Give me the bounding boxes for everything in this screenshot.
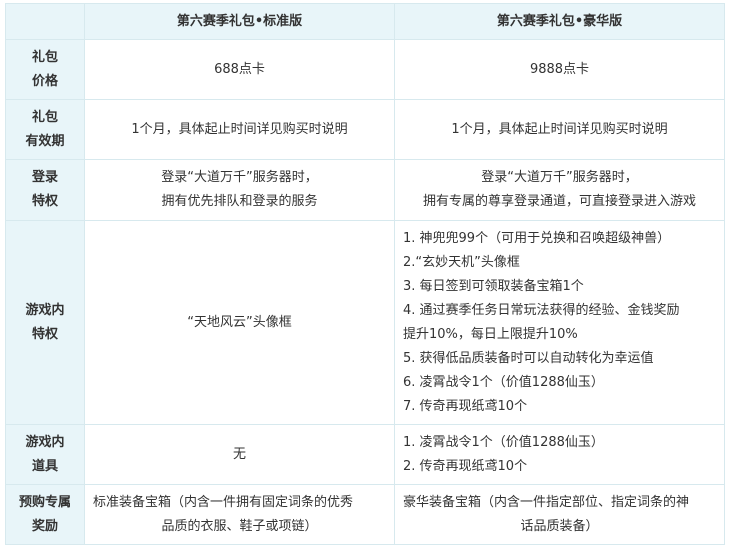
column-header-standard: 第六赛季礼包•标准版 (84, 3, 395, 40)
row-header-validity: 礼包 有效期 (5, 99, 85, 160)
standard-login-line: 拥有优先排队和登录的服务 (161, 194, 318, 209)
standard-preorder-cell: 标准装备宝箱（内含一件拥有固定词条的优秀 品质的衣服、鞋子或项链） (84, 484, 395, 545)
row-header-line: 登录 (31, 170, 58, 185)
row-header-line: 礼包 (31, 109, 58, 125)
deluxe-items-list: 1. 凌霄战令1个（价值1288仙玉） 2. 传奇再现纸鸢10个 (403, 431, 716, 479)
table-row-ingame-items: 游戏内 道具 无 1. 凌霄战令1个（价值1288仙玉） 2. 传奇再现纸鸢10… (5, 424, 725, 485)
corner-cell (5, 3, 85, 40)
list-item: 5. 获得低品质装备时可以自动转化为幸运值 (403, 350, 654, 366)
list-item: 3. 每日签到可领取装备宝箱1个 (403, 278, 584, 294)
deluxe-price-cell: 9888点卡 (394, 39, 725, 100)
deluxe-validity: 1个月，具体起止时间详见购买时说明 (451, 121, 668, 137)
row-header-login: 登录 特权 (5, 159, 85, 221)
row-header-line: 特权 (31, 194, 58, 209)
deluxe-items-cell: 1. 凌霄战令1个（价值1288仙玉） 2. 传奇再现纸鸢10个 (394, 424, 725, 485)
list-item: 4. 通过赛季任务日常玩法获得的经验、金钱奖励 (403, 302, 680, 318)
deluxe-login-line: 拥有专属的尊享登录通道，可直接登录进入游戏 (422, 194, 696, 209)
deluxe-privilege-list: 1. 神兜兜99个（可用于兑换和召唤超级神兽） 2.“玄妙天机”头像框 3. 每… (403, 227, 716, 419)
row-header-ingame-items: 游戏内 道具 (5, 424, 85, 485)
deluxe-validity-cell: 1个月，具体起止时间详见购买时说明 (394, 99, 725, 160)
list-item: 6. 凌霄战令1个（价值1288仙玉） (403, 374, 604, 390)
standard-login-cell: 登录“大道万千”服务器时， 拥有优先排队和登录的服务 (84, 159, 395, 221)
standard-ingame-privilege-cell: “天地风云”头像框 (84, 220, 395, 425)
row-header-line: 有效期 (25, 133, 65, 149)
deluxe-ingame-privilege-cell: 1. 神兜兜99个（可用于兑换和召唤超级神兽） 2.“玄妙天机”头像框 3. 每… (394, 220, 725, 425)
row-header-line: 特权 (31, 326, 58, 342)
list-item: 2.“玄妙天机”头像框 (403, 254, 520, 270)
row-header-line: 道具 (31, 458, 58, 474)
row-header-preorder-reward: 预购专属 奖励 (5, 484, 85, 545)
row-header-price: 礼包 价格 (5, 39, 85, 100)
row-header-line: 奖励 (31, 518, 58, 534)
row-header-line: 价格 (31, 73, 58, 89)
standard-items-cell: 无 (84, 424, 395, 485)
standard-avatar-frame: “天地风云”头像框 (187, 314, 292, 330)
deluxe-price: 9888点卡 (529, 61, 590, 77)
row-header-line: 预购专属 (18, 494, 71, 510)
standard-price: 688点卡 (214, 61, 265, 77)
standard-login-line: 登录“大道万千”服务器时， (161, 170, 318, 185)
list-item: 1. 神兜兜99个（可用于兑换和召唤超级神兽） (403, 230, 671, 246)
column-header-deluxe: 第六赛季礼包•豪华版 (394, 3, 725, 40)
table-header-row: 第六赛季礼包•标准版 第六赛季礼包•豪华版 (5, 3, 725, 40)
deluxe-preorder-line: 豪华装备宝箱（内含一件指定部位、指定词条的神 (403, 494, 690, 510)
list-item: 1. 凌霄战令1个（价值1288仙玉） (403, 434, 604, 450)
list-item: 提升10%，每日上限提升10% (403, 326, 578, 342)
standard-preorder-line: 标准装备宝箱（内含一件拥有固定词条的优秀 (93, 494, 354, 510)
list-item: 7. 传奇再现纸鸢10个 (403, 398, 528, 414)
table-row-price: 礼包 价格 688点卡 9888点卡 (5, 39, 725, 100)
deluxe-preorder-line: 话品质装备） (520, 518, 599, 534)
season-pack-comparison-table: 第六赛季礼包•标准版 第六赛季礼包•豪华版 礼包 价格 688点卡 9888点卡… (5, 3, 725, 545)
table-row-validity: 礼包 有效期 1个月，具体起止时间详见购买时说明 1个月，具体起止时间详见购买时… (5, 99, 725, 160)
standard-validity: 1个月，具体起止时间详见购买时说明 (131, 121, 348, 137)
deluxe-preorder-cell: 豪华装备宝箱（内含一件指定部位、指定词条的神 话品质装备） (394, 484, 725, 545)
list-item: 2. 传奇再现纸鸢10个 (403, 458, 528, 474)
standard-validity-cell: 1个月，具体起止时间详见购买时说明 (84, 99, 395, 160)
standard-preorder-line: 品质的衣服、鞋子或项链） (161, 518, 318, 534)
row-header-line: 游戏内 (25, 434, 65, 450)
table-row-login: 登录 特权 登录“大道万千”服务器时， 拥有优先排队和登录的服务 登录“大道万千… (5, 159, 725, 221)
deluxe-login-line: 登录“大道万千”服务器时， (481, 170, 638, 185)
deluxe-login-cell: 登录“大道万千”服务器时， 拥有专属的尊享登录通道，可直接登录进入游戏 (394, 159, 725, 221)
table-row-ingame-privilege: 游戏内 特权 “天地风云”头像框 1. 神兜兜99个（可用于兑换和召唤超级神兽）… (5, 220, 725, 425)
standard-items: 无 (232, 446, 246, 462)
row-header-line: 礼包 (31, 49, 58, 65)
row-header-line: 游戏内 (25, 302, 65, 318)
table-row-preorder-reward: 预购专属 奖励 标准装备宝箱（内含一件拥有固定词条的优秀 品质的衣服、鞋子或项链… (5, 484, 725, 545)
row-header-ingame-privilege: 游戏内 特权 (5, 220, 85, 425)
standard-price-cell: 688点卡 (84, 39, 395, 100)
